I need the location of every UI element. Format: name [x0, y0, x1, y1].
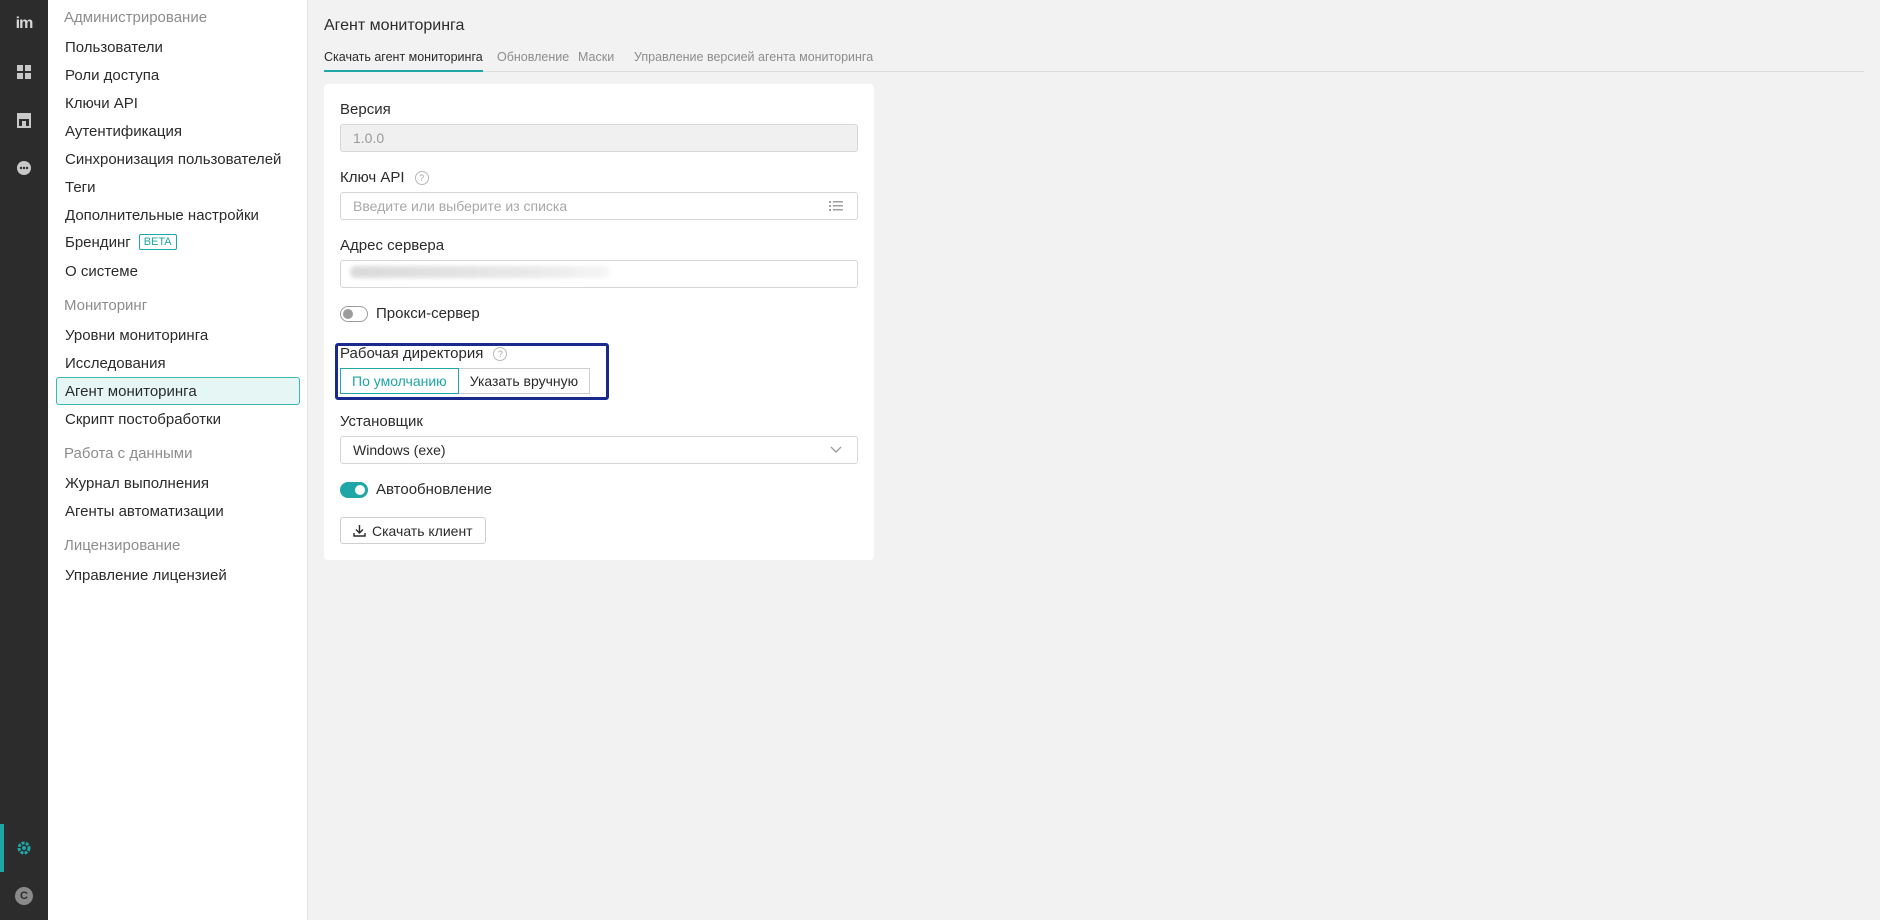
- sidebar-item-access-roles[interactable]: Роли доступа: [56, 61, 300, 89]
- sidebar-group-title: Работа с данными: [64, 445, 193, 462]
- proxy-toggle[interactable]: [340, 306, 368, 322]
- api-key-label: Ключ API ?: [340, 169, 429, 186]
- sidebar-item-label: Роли доступа: [65, 66, 160, 84]
- sidebar-item-monitoring-levels[interactable]: Уровни мониторинга: [56, 321, 300, 349]
- tab-agent-version-management[interactable]: Управление версией агента мониторинга: [634, 50, 873, 72]
- version-field: [340, 124, 858, 152]
- rail-profile-button[interactable]: C: [0, 872, 48, 920]
- autoupdate-label: Автообновление: [376, 481, 492, 498]
- proxy-label: Прокси-сервер: [376, 305, 480, 322]
- sidebar-item-studies[interactable]: Исследования: [56, 349, 300, 377]
- sidebar-item-license-management[interactable]: Управление лицензией: [56, 561, 300, 589]
- workdir-default-option[interactable]: По умолчанию: [340, 368, 459, 394]
- sidebar-item-label: Ключи API: [65, 94, 138, 112]
- sidebar-item-label: Уровни мониторинга: [65, 326, 209, 344]
- tab-download-agent[interactable]: Скачать агент мониторинга: [324, 50, 483, 72]
- sidebar-item-label: Синхронизация пользователей: [65, 150, 282, 168]
- rail-chat-button[interactable]: [0, 144, 48, 192]
- download-agent-form: Версия Ключ API ? Адрес сервера Прокси-с…: [324, 84, 874, 560]
- tab-bar: Скачать агент мониторинга Обновление Мас…: [324, 50, 1864, 72]
- sidebar-group-title: Лицензирование: [64, 537, 181, 554]
- download-client-label: Скачать клиент: [372, 522, 473, 539]
- download-icon: [353, 525, 366, 537]
- sidebar-item-advanced-settings[interactable]: Дополнительные настройки: [56, 201, 300, 229]
- page-title: Агент мониторинга: [324, 17, 465, 34]
- chat-icon: [17, 161, 31, 175]
- list-icon[interactable]: [827, 197, 845, 215]
- sidebar-item-label: Пользователи: [65, 38, 163, 56]
- api-key-label-text: Ключ API: [340, 169, 405, 186]
- gear-icon: [17, 841, 31, 855]
- sidebar-item-branding[interactable]: Брендинг BETA: [56, 228, 300, 256]
- tab-update[interactable]: Обновление: [497, 50, 569, 72]
- sidebar-group-title: Администрирование: [64, 9, 208, 26]
- sidebar-item-automation-agents[interactable]: Агенты автоматизации: [56, 497, 300, 525]
- server-address-label: Адрес сервера: [340, 237, 444, 254]
- store-icon: [17, 113, 31, 128]
- dashboard-icon: [17, 65, 31, 79]
- working-directory-segmented: По умолчанию Указать вручную: [340, 368, 591, 394]
- working-directory-label: Рабочая директория ?: [340, 345, 508, 362]
- sidebar-item-label: Брендинг: [65, 233, 131, 251]
- sidebar-item-label: Скрипт постобработки: [65, 410, 221, 428]
- app-rail: im C: [0, 0, 48, 920]
- sidebar-item-authentication[interactable]: Аутентификация: [56, 117, 300, 145]
- main-content: Агент мониторинга Скачать агент монитори…: [308, 0, 1880, 920]
- sidebar-item-monitoring-agent[interactable]: Агент мониторинга: [56, 377, 300, 405]
- help-icon[interactable]: ?: [493, 346, 508, 361]
- sidebar-item-user-sync[interactable]: Синхронизация пользователей: [56, 145, 300, 173]
- sidebar-group-title: Мониторинг: [64, 297, 148, 314]
- sidebar-item-label: Агенты автоматизации: [65, 502, 224, 520]
- installer-select[interactable]: Windows (exe): [340, 436, 858, 464]
- tab-masks[interactable]: Маски: [578, 50, 614, 72]
- working-directory-label-text: Рабочая директория: [340, 345, 484, 362]
- logo-text: im: [15, 15, 34, 32]
- installer-label-text: Установщик: [340, 413, 423, 430]
- version-label: Версия: [340, 101, 391, 118]
- sidebar-item-label: О системе: [65, 262, 138, 280]
- server-address-label-text: Адрес сервера: [340, 237, 445, 254]
- sidebar-item-label: Управление лицензией: [65, 566, 227, 584]
- api-key-input[interactable]: [340, 192, 858, 220]
- sidebar-item-label: Журнал выполнения: [65, 474, 209, 492]
- installer-label: Установщик: [340, 413, 423, 430]
- server-address-redacted: [350, 266, 610, 278]
- sidebar-item-users[interactable]: Пользователи: [56, 33, 300, 61]
- download-client-button[interactable]: Скачать клиент: [340, 517, 486, 544]
- chevron-down-icon: [827, 441, 845, 459]
- autoupdate-toggle[interactable]: [340, 482, 368, 498]
- sidebar-item-execution-log[interactable]: Журнал выполнения: [56, 469, 300, 497]
- settings-sidebar: Администрирование Пользователи Роли дост…: [48, 0, 308, 920]
- sidebar-item-tags[interactable]: Теги: [56, 173, 300, 201]
- sidebar-item-label: Исследования: [65, 354, 166, 372]
- sidebar-item-label: Дополнительные настройки: [65, 206, 259, 224]
- sidebar-item-about[interactable]: О системе: [56, 257, 300, 285]
- avatar: C: [15, 887, 33, 905]
- rail-dashboard-button[interactable]: [0, 48, 48, 96]
- rail-settings-button[interactable]: [0, 824, 48, 872]
- rail-store-button[interactable]: [0, 96, 48, 144]
- help-icon[interactable]: ?: [414, 170, 429, 185]
- sidebar-item-label: Аутентификация: [65, 122, 182, 140]
- installer-selected-value: Windows (exe): [353, 442, 446, 458]
- beta-badge: BETA: [138, 234, 177, 250]
- sidebar-item-label: Агент мониторинга: [65, 382, 197, 400]
- version-label-text: Версия: [340, 101, 391, 118]
- app-logo[interactable]: im: [0, 0, 48, 48]
- sidebar-item-label: Теги: [65, 178, 96, 196]
- sidebar-item-api-keys[interactable]: Ключи API: [56, 89, 300, 117]
- sidebar-item-postprocess-script[interactable]: Скрипт постобработки: [56, 405, 300, 433]
- workdir-manual-option[interactable]: Указать вручную: [458, 368, 591, 394]
